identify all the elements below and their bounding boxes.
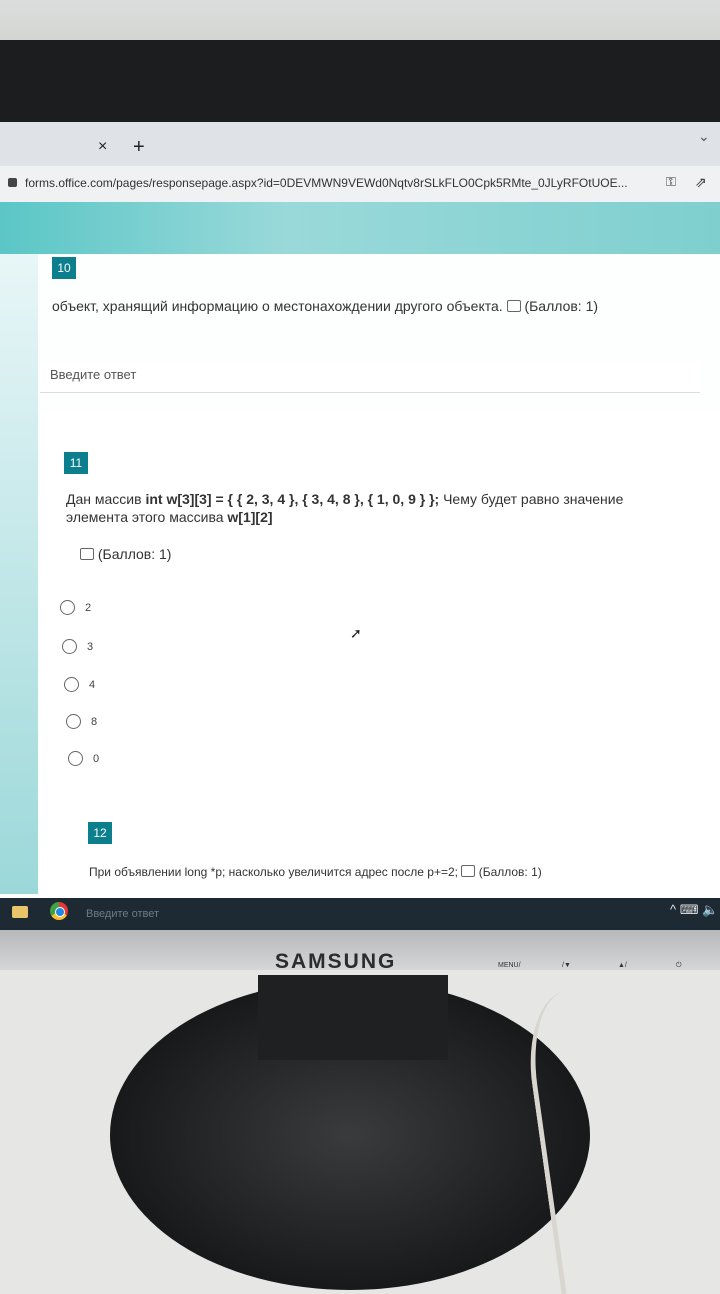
system-tray-icons[interactable]: ^ ⌨ 🔈: [670, 902, 718, 918]
radio-button[interactable]: [64, 677, 79, 692]
option-label: 0: [93, 752, 100, 765]
radio-button[interactable]: [60, 600, 75, 615]
share-icon[interactable]: ⇗: [695, 174, 707, 191]
option-0[interactable]: 0: [68, 751, 99, 766]
monitor-up-button[interactable]: ▲/: [618, 962, 627, 969]
tab-list-chevron-icon[interactable]: ⌄: [698, 128, 710, 145]
question-10-answer-input[interactable]: Введите ответ: [40, 362, 700, 393]
monitor-menu-button[interactable]: MENU/: [498, 962, 521, 969]
question-11-card: [40, 412, 720, 912]
question-number-12: 12: [88, 822, 112, 844]
monitor-power-button[interactable]: ⏻: [676, 962, 682, 970]
question-11-code-element: w[1][2]: [227, 509, 273, 525]
mouse-cursor-icon: ➚: [350, 625, 362, 641]
option-3[interactable]: 3: [62, 639, 93, 654]
question-number-10: 10: [52, 257, 76, 279]
question-12-points: (Баллов: 1): [478, 865, 542, 879]
question-10-points: (Баллов: 1): [524, 298, 599, 314]
option-label: 8: [91, 715, 98, 728]
address-bar[interactable]: forms.office.com/pages/responsepage.aspx…: [0, 166, 720, 202]
question-10-text: объект, хранящий информацию о местонахож…: [52, 297, 692, 315]
key-icon[interactable]: ⚿: [666, 174, 676, 190]
monitor-brand-logo: SAMSUNG: [275, 950, 397, 973]
question-11-prefix: Дан массив: [66, 491, 146, 507]
option-8[interactable]: 8: [66, 714, 97, 729]
answer-placeholder: Введите ответ: [50, 367, 137, 382]
immersive-reader-icon[interactable]: [506, 300, 521, 312]
immersive-reader-icon[interactable]: [80, 548, 94, 560]
question-11-points-row: (Баллов: 1): [80, 545, 171, 563]
radio-button[interactable]: [68, 751, 83, 766]
power-cable: [519, 975, 716, 1294]
monitor-down-button[interactable]: /▼: [562, 962, 571, 969]
question-11-points: (Баллов: 1): [97, 546, 172, 562]
new-tab-button[interactable]: +: [133, 136, 145, 159]
browser-tab-bar: × + ⌄: [0, 122, 720, 166]
question-11-code-array: int w[3][3] = { { 2, 3, 4 }, { 3, 4, 8 }…: [145, 491, 440, 507]
question-12-text: При объявлении long *p; насколько увелич…: [89, 863, 709, 881]
radio-button[interactable]: [66, 714, 81, 729]
immersive-reader-icon[interactable]: [461, 865, 476, 877]
monitor-stand-neck: [258, 975, 448, 1060]
chrome-icon[interactable]: [50, 902, 68, 920]
option-2[interactable]: 2: [60, 600, 91, 615]
option-label: 3: [87, 640, 94, 653]
option-4[interactable]: 4: [64, 677, 95, 692]
monitor-screen: × + ⌄ forms.office.com/pages/responsepag…: [0, 122, 720, 942]
option-label: 2: [85, 601, 92, 614]
question-number-11: 11: [64, 452, 88, 474]
question-11-text: Дан массив int w[3][3] = { { 2, 3, 4 }, …: [66, 490, 666, 526]
taskbar-ghost-text: Введите ответ: [86, 908, 160, 920]
lock-icon: [8, 178, 17, 187]
page-side-decoration: [0, 254, 38, 894]
url-text[interactable]: forms.office.com/pages/responsepage.aspx…: [25, 176, 628, 190]
form-header-banner: [0, 202, 720, 254]
option-label: 4: [89, 678, 96, 691]
tab-close-button[interactable]: ×: [98, 138, 107, 156]
radio-button[interactable]: [62, 639, 77, 654]
question-12-label: При объявлении long *p; насколько увелич…: [89, 865, 459, 879]
file-explorer-icon[interactable]: [12, 906, 28, 918]
question-10-label: объект, хранящий информацию о местонахож…: [52, 298, 503, 314]
monitor-top-bezel: [0, 40, 720, 130]
